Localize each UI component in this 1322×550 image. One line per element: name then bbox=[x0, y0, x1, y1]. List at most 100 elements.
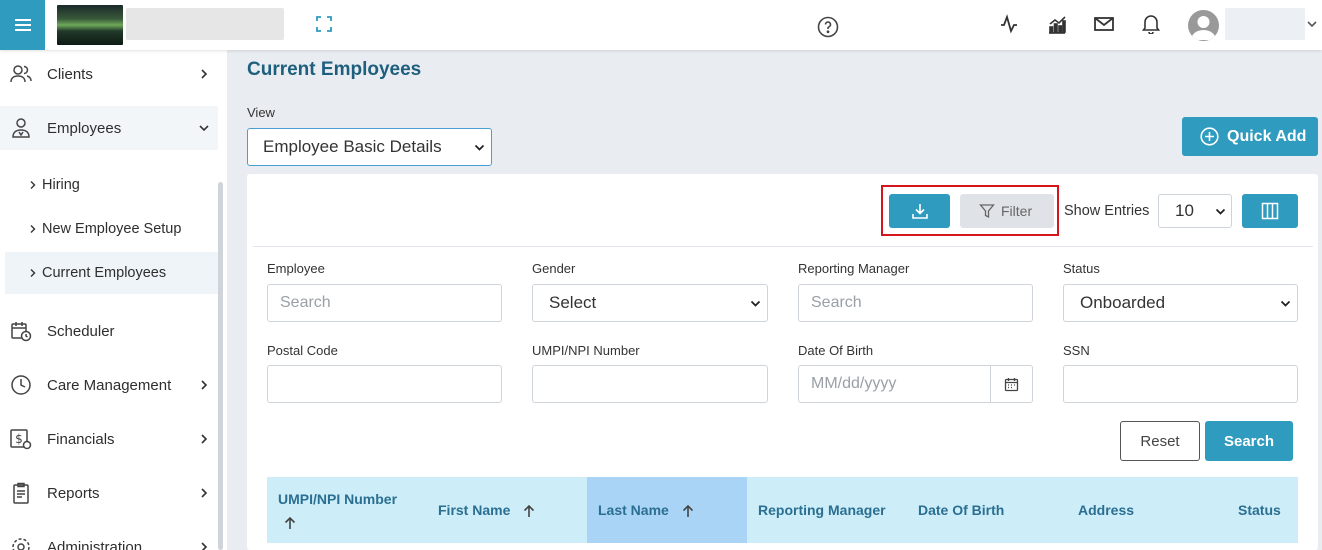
ssn-input[interactable] bbox=[1063, 365, 1298, 403]
dob-filter-label: Date Of Birth bbox=[798, 343, 874, 358]
status-select-value: Onboarded bbox=[1080, 293, 1166, 312]
sidebar-item-reports[interactable]: Reports bbox=[0, 477, 218, 509]
sidebar: Clients Employees Hiring New Employee Se… bbox=[0, 50, 227, 550]
download-button[interactable] bbox=[889, 194, 950, 228]
column-header-reporting-manager[interactable]: Reporting Manager bbox=[758, 502, 886, 518]
gender-select[interactable]: Select bbox=[532, 284, 768, 322]
columns-icon bbox=[1261, 202, 1279, 220]
page-title: Current Employees bbox=[247, 59, 422, 80]
filter-icon bbox=[979, 204, 995, 219]
dob-placeholder: MM/dd/yyyy bbox=[811, 375, 897, 392]
sidebar-item-label: Employees bbox=[47, 119, 122, 137]
column-header-address[interactable]: Address bbox=[1078, 502, 1134, 518]
calendar-icon bbox=[1004, 377, 1019, 391]
chevron-right-icon bbox=[201, 380, 208, 390]
quick-add-label: Quick Add bbox=[1227, 127, 1307, 145]
column-header-first-name[interactable]: First Name bbox=[438, 502, 536, 518]
umpi-filter-label: UMPI/NPI Number bbox=[532, 343, 640, 358]
employee-search-input[interactable]: Search bbox=[267, 284, 502, 322]
quick-add-button[interactable]: Quick Add bbox=[1182, 117, 1318, 156]
column-header-label: Reporting Manager bbox=[758, 502, 886, 518]
column-header-umpi[interactable]: UMPI/NPI Number bbox=[278, 491, 397, 507]
column-header-last-name[interactable]: Last Name bbox=[598, 502, 695, 518]
chevron-down-icon[interactable] bbox=[1306, 17, 1318, 31]
top-bar bbox=[0, 0, 1322, 50]
menu-icon bbox=[14, 19, 31, 31]
sidebar-subitem-label: Hiring bbox=[42, 177, 80, 193]
sidebar-item-scheduler[interactable]: Scheduler bbox=[0, 315, 218, 347]
gender-select-value: Select bbox=[549, 293, 597, 312]
employee-filter-label: Employee bbox=[267, 261, 325, 276]
sidebar-subitem-current-employees[interactable]: Current Employees bbox=[5, 252, 218, 294]
help-icon[interactable] bbox=[817, 16, 839, 38]
expand-icon[interactable] bbox=[314, 14, 334, 34]
sidebar-item-label: Administration bbox=[47, 538, 143, 550]
chevron-right-icon bbox=[30, 181, 36, 189]
menu-button[interactable] bbox=[0, 0, 45, 50]
calendar-clock-icon bbox=[11, 322, 32, 342]
column-chooser-button[interactable] bbox=[1242, 194, 1298, 228]
column-header-status[interactable]: Status bbox=[1238, 502, 1281, 518]
calendar-button[interactable] bbox=[990, 365, 1033, 403]
sidebar-scrollbar[interactable] bbox=[218, 182, 223, 550]
column-header-label: First Name bbox=[438, 502, 511, 518]
clock-icon bbox=[11, 375, 31, 395]
chevron-right-icon bbox=[201, 488, 208, 498]
chevron-down-icon bbox=[1280, 300, 1291, 307]
status-select[interactable]: Onboarded bbox=[1063, 284, 1298, 322]
plus-circle-icon bbox=[1200, 127, 1219, 146]
mail-icon[interactable] bbox=[1093, 13, 1115, 35]
dollar-icon: $ bbox=[10, 429, 32, 450]
people-icon bbox=[10, 65, 32, 83]
sidebar-subitem-new-employee-setup[interactable]: New Employee Setup bbox=[5, 214, 218, 244]
postal-code-input[interactable] bbox=[267, 365, 502, 403]
filter-button[interactable]: Filter bbox=[960, 194, 1054, 228]
sidebar-item-care-management[interactable]: Care Management bbox=[0, 369, 218, 401]
sidebar-item-clients[interactable]: Clients bbox=[0, 58, 218, 90]
clipboard-icon bbox=[13, 482, 29, 504]
analytics-icon[interactable] bbox=[1046, 13, 1068, 35]
employee-search-placeholder: Search bbox=[280, 294, 331, 311]
activity-icon[interactable] bbox=[998, 13, 1020, 35]
user-name-redacted[interactable] bbox=[1225, 8, 1305, 40]
sort-arrow-icon bbox=[524, 505, 535, 518]
column-header-dob[interactable]: Date Of Birth bbox=[918, 502, 1004, 518]
gear-icon bbox=[12, 538, 30, 550]
reporting-manager-placeholder: Search bbox=[811, 294, 862, 311]
sidebar-subitem-hiring[interactable]: Hiring bbox=[5, 170, 218, 200]
umpi-input[interactable] bbox=[532, 365, 768, 403]
dob-input[interactable]: MM/dd/yyyy bbox=[798, 365, 991, 403]
view-select[interactable]: Employee Basic Details bbox=[247, 128, 492, 166]
employee-icon bbox=[12, 118, 30, 138]
sidebar-item-administration[interactable]: Administration bbox=[0, 531, 218, 550]
sidebar-item-financials[interactable]: $ Financials bbox=[0, 423, 218, 455]
show-entries-label: Show Entries bbox=[1064, 203, 1150, 219]
postal-code-filter-label: Postal Code bbox=[267, 343, 338, 358]
svg-text:$: $ bbox=[15, 432, 23, 446]
reset-button[interactable]: Reset bbox=[1120, 421, 1200, 461]
sort-arrow-icon[interactable] bbox=[283, 514, 297, 530]
column-header-label: Last Name bbox=[598, 502, 669, 518]
chevron-right-icon bbox=[201, 69, 208, 79]
chevron-down-icon bbox=[199, 125, 209, 132]
entries-select[interactable]: 10 bbox=[1158, 194, 1232, 228]
filter-label: Filter bbox=[1001, 203, 1033, 219]
chevron-right-icon bbox=[30, 269, 36, 277]
reporting-manager-search-input[interactable]: Search bbox=[798, 284, 1033, 322]
chevron-right-icon bbox=[201, 542, 208, 550]
ssn-filter-label: SSN bbox=[1063, 343, 1090, 358]
sidebar-item-label: Scheduler bbox=[47, 322, 115, 340]
reporting-manager-filter-label: Reporting Manager bbox=[798, 261, 910, 276]
search-button[interactable]: Search bbox=[1205, 421, 1293, 461]
sidebar-item-label: Reports bbox=[47, 484, 100, 502]
chevron-right-icon bbox=[30, 225, 36, 233]
sidebar-item-employees[interactable]: Employees bbox=[0, 106, 218, 150]
bell-icon[interactable] bbox=[1140, 13, 1162, 35]
chevron-right-icon bbox=[201, 434, 208, 444]
column-header-label: Status bbox=[1238, 502, 1281, 518]
avatar-icon[interactable] bbox=[1188, 10, 1219, 41]
divider bbox=[253, 246, 1313, 247]
sort-arrow-icon bbox=[682, 505, 693, 518]
column-header-label: UMPI/NPI Number bbox=[278, 491, 398, 507]
company-logo bbox=[57, 5, 123, 45]
